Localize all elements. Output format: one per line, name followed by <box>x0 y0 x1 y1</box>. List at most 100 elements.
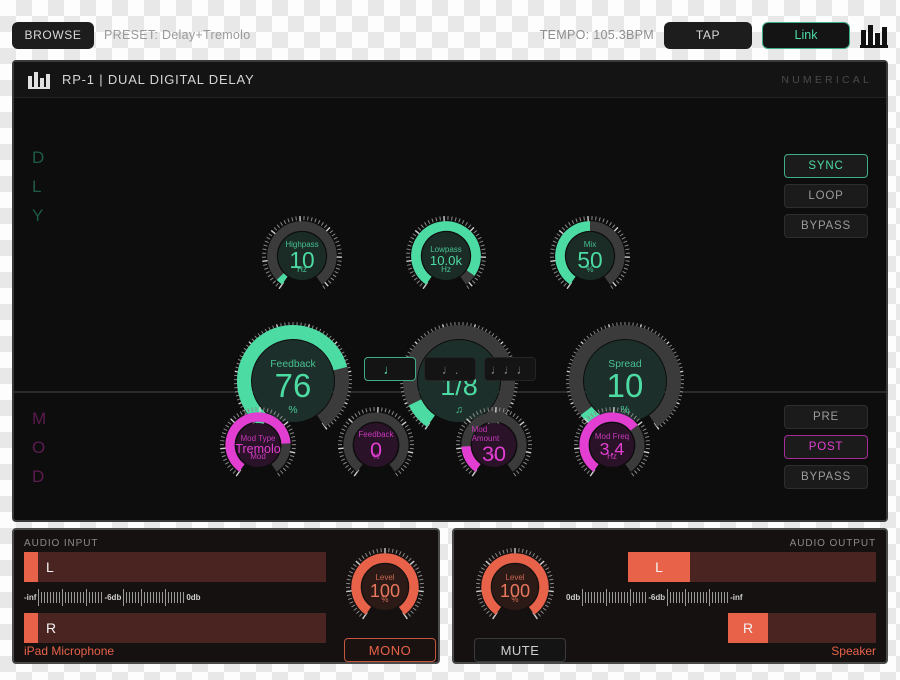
scale-tick <box>165 589 166 606</box>
pre-button[interactable]: PRE <box>784 405 868 429</box>
output-meter-right: R <box>728 613 876 643</box>
scale-tick <box>77 592 78 603</box>
bar-chart-logo-icon[interactable] <box>860 21 888 49</box>
mod-label-char: M <box>32 409 47 429</box>
knob-name: Mix <box>584 240 596 249</box>
knob-name: Spread <box>608 359 641 370</box>
output-source-label[interactable]: Speaker <box>831 644 876 658</box>
output-meter-left: L <box>628 552 876 582</box>
input-level-knob[interactable]: Level 100 % <box>344 546 426 628</box>
delay-section-label: D L Y <box>32 148 45 226</box>
output-db-scale: 0db-6db-inf <box>566 586 876 608</box>
knob-feedback[interactable]: Feedback 0 % <box>336 405 416 485</box>
knob-face: Mod Freq 3.4 Hz <box>590 423 635 468</box>
bypass-button[interactable]: BYPASS <box>784 214 868 238</box>
scale-tick <box>92 592 93 603</box>
scale-tick <box>606 589 607 606</box>
tap-button[interactable]: TAP <box>664 22 752 49</box>
scale-tick <box>153 592 154 603</box>
output-level-dial[interactable]: Level 100 % <box>474 546 556 628</box>
mod-section: M O D Mod Type Tremolo Mod Feedback 0 % … <box>14 393 886 493</box>
scale-tick <box>639 592 640 603</box>
knob-lowpass[interactable]: Lowpass 10.0k Hz <box>404 214 488 298</box>
scale-tick <box>676 592 677 603</box>
channel-letter: L <box>647 559 671 575</box>
meter-peak-cap: L <box>628 552 690 582</box>
knob-face: Mod Amount 30 % <box>472 423 517 468</box>
note-division-button-1[interactable]: ♩. <box>424 357 476 381</box>
scale-tick <box>144 592 145 603</box>
scale-label-left: -inf <box>24 593 36 602</box>
scale-tick <box>721 592 722 603</box>
knob-mod-freq[interactable]: Mod Freq 3.4 Hz <box>572 405 652 485</box>
scale-tick <box>688 592 689 603</box>
scale-tick <box>177 592 178 603</box>
scale-tick <box>156 592 157 603</box>
knob-name: Mod Amount <box>472 425 517 443</box>
scale-tick <box>86 589 87 606</box>
note-division-button-0[interactable]: ♩ <box>364 357 416 381</box>
mute-button[interactable]: MUTE <box>474 638 566 662</box>
scale-tick <box>727 592 728 603</box>
knob-name: Mod Type <box>241 434 276 443</box>
knob-mix[interactable]: Mix 50 % <box>548 214 632 298</box>
scale-tick <box>621 592 622 603</box>
tempo-display[interactable]: TEMPO: 105.3BPM <box>540 28 654 42</box>
knob-highpass[interactable]: Highpass 10 Hz <box>260 214 344 298</box>
input-source-label[interactable]: iPad Microphone <box>24 644 114 658</box>
input-level-dial[interactable]: Level 100 % <box>344 546 426 628</box>
scale-tick <box>183 592 184 603</box>
knob-mod-type[interactable]: Mod Type Tremolo Mod <box>218 405 298 485</box>
knob-unit: % <box>566 265 614 274</box>
mono-button[interactable]: MONO <box>344 638 436 662</box>
scale-tick <box>615 592 616 603</box>
scale-tick <box>89 592 90 603</box>
scale-tick-group <box>606 589 628 606</box>
post-button[interactable]: POST <box>784 435 868 459</box>
meter-peak-cap <box>24 613 38 643</box>
scale-tick <box>65 592 66 603</box>
scale-tick <box>126 592 127 603</box>
meter-peak-cap <box>24 552 38 582</box>
mod-label-char: O <box>32 438 47 458</box>
scale-tick-group <box>630 589 646 606</box>
loop-button[interactable]: LOOP <box>784 184 868 208</box>
link-button[interactable]: Link <box>762 22 850 49</box>
bar-chart-logo-icon <box>28 70 52 90</box>
knob-unit: % <box>492 595 539 604</box>
scale-tick <box>150 592 151 603</box>
scale-tick <box>44 592 45 603</box>
scale-tick <box>80 592 81 603</box>
scale-tick <box>633 592 634 603</box>
note-division-button-2[interactable]: ♩♩♩ <box>484 357 536 381</box>
scale-tick <box>691 592 692 603</box>
sync-button[interactable]: SYNC <box>784 154 868 178</box>
scale-tick <box>709 589 710 606</box>
scale-tick <box>41 592 42 603</box>
scale-tick-group <box>38 589 60 606</box>
knob-mod-amount[interactable]: Mod Amount 30 % <box>454 405 534 485</box>
audio-output-title: AUDIO OUTPUT <box>790 538 876 549</box>
scale-tick <box>642 592 643 603</box>
scale-tick <box>132 592 133 603</box>
knob-unit: Hz <box>590 452 635 461</box>
preset-label[interactable]: PRESET: Delay+Tremolo <box>104 28 251 42</box>
scale-tick <box>123 589 124 606</box>
scale-tick <box>135 592 136 603</box>
knob-name: Lowpass <box>430 245 462 254</box>
input-meter-right: R <box>24 613 326 643</box>
knob-face: Lowpass 10.0k Hz <box>422 232 470 280</box>
scale-tick <box>645 592 646 603</box>
bypass-button[interactable]: BYPASS <box>784 465 868 489</box>
scale-tick <box>68 592 69 603</box>
scale-tick <box>636 592 637 603</box>
scale-tick <box>712 592 713 603</box>
scale-tick <box>582 589 583 606</box>
scale-tick <box>724 592 725 603</box>
plugin-brand: NUMERICAL <box>781 74 872 86</box>
scale-tick <box>147 592 148 603</box>
output-level-knob[interactable]: Level 100 % <box>474 546 556 628</box>
scale-tick <box>682 592 683 603</box>
browse-button[interactable]: BROWSE <box>12 22 94 49</box>
scale-tick <box>603 592 604 603</box>
